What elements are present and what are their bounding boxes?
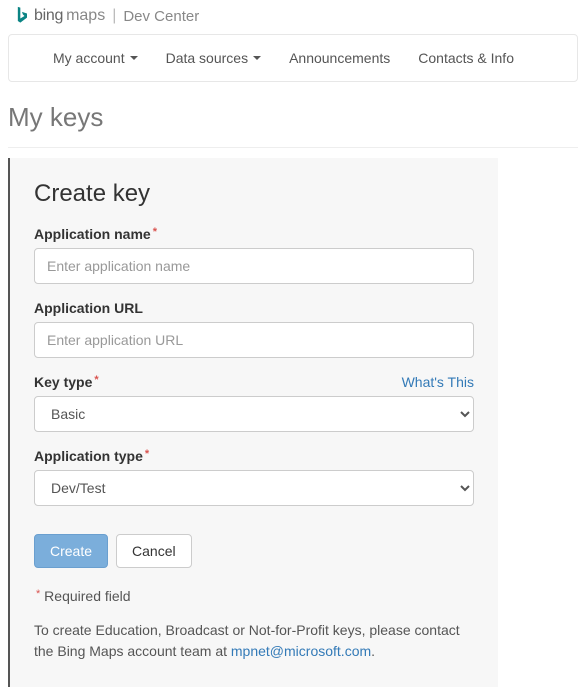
create-key-panel: Create key Application name* Application… — [8, 158, 498, 687]
key-type-select[interactable]: Basic — [34, 396, 474, 432]
header-divider: | — [112, 7, 116, 25]
form-group-app-name: Application name* — [34, 226, 474, 284]
navbar: My account Data sources Announcements Co… — [8, 34, 578, 82]
chevron-down-icon — [130, 56, 138, 60]
bing-logo-icon — [14, 6, 30, 26]
app-type-select[interactable]: Dev/Test — [34, 470, 474, 506]
required-asterisk: * — [153, 226, 157, 238]
contact-email-link[interactable]: mpnet@microsoft.com — [231, 643, 371, 659]
nav-my-account-label: My account — [53, 50, 125, 66]
button-row: Create Cancel — [34, 534, 474, 568]
nav-announcements-label: Announcements — [289, 50, 390, 66]
devcenter-link[interactable]: Dev Center — [123, 8, 199, 25]
bing-text: bing — [34, 7, 63, 25]
chevron-down-icon — [253, 56, 261, 60]
app-type-label: Application type* — [34, 448, 149, 464]
nav-announcements[interactable]: Announcements — [275, 35, 404, 81]
whats-this-link[interactable]: What's This — [402, 374, 474, 390]
required-asterisk: * — [145, 448, 149, 460]
create-button[interactable]: Create — [34, 534, 108, 568]
form-group-app-type: Application type* Dev/Test — [34, 448, 474, 506]
app-type-label-text: Application type — [34, 448, 143, 464]
nav-data-sources[interactable]: Data sources — [152, 35, 275, 81]
form-group-key-type: Key type* What's This Basic — [34, 374, 474, 432]
key-type-label-text: Key type — [34, 374, 92, 390]
footer-note: * Required field To create Education, Br… — [34, 586, 474, 663]
cancel-button[interactable]: Cancel — [116, 534, 192, 568]
app-url-label: Application URL — [34, 300, 143, 316]
divider — [8, 147, 578, 148]
app-name-input[interactable] — [34, 248, 474, 284]
nav-contacts[interactable]: Contacts & Info — [404, 35, 528, 81]
contact-note: To create Education, Broadcast or Not-fo… — [34, 620, 474, 663]
contact-note-end: . — [371, 643, 375, 659]
key-type-label: Key type* — [34, 374, 99, 390]
header: bing maps | Dev Center — [0, 0, 586, 34]
required-asterisk: * — [94, 374, 98, 386]
page-title: My keys — [0, 82, 586, 147]
app-name-label-text: Application name — [34, 226, 151, 242]
required-asterisk: * — [36, 588, 40, 600]
form-group-app-url: Application URL — [34, 300, 474, 358]
nav-data-sources-label: Data sources — [166, 50, 248, 66]
app-url-input[interactable] — [34, 322, 474, 358]
maps-text: maps — [66, 7, 105, 25]
panel-title: Create key — [34, 180, 474, 208]
bing-maps-logo[interactable]: bing maps — [14, 6, 105, 26]
nav-contacts-label: Contacts & Info — [418, 50, 514, 66]
required-field-text: Required field — [44, 588, 130, 604]
nav-my-account[interactable]: My account — [39, 35, 152, 81]
app-name-label: Application name* — [34, 226, 157, 242]
